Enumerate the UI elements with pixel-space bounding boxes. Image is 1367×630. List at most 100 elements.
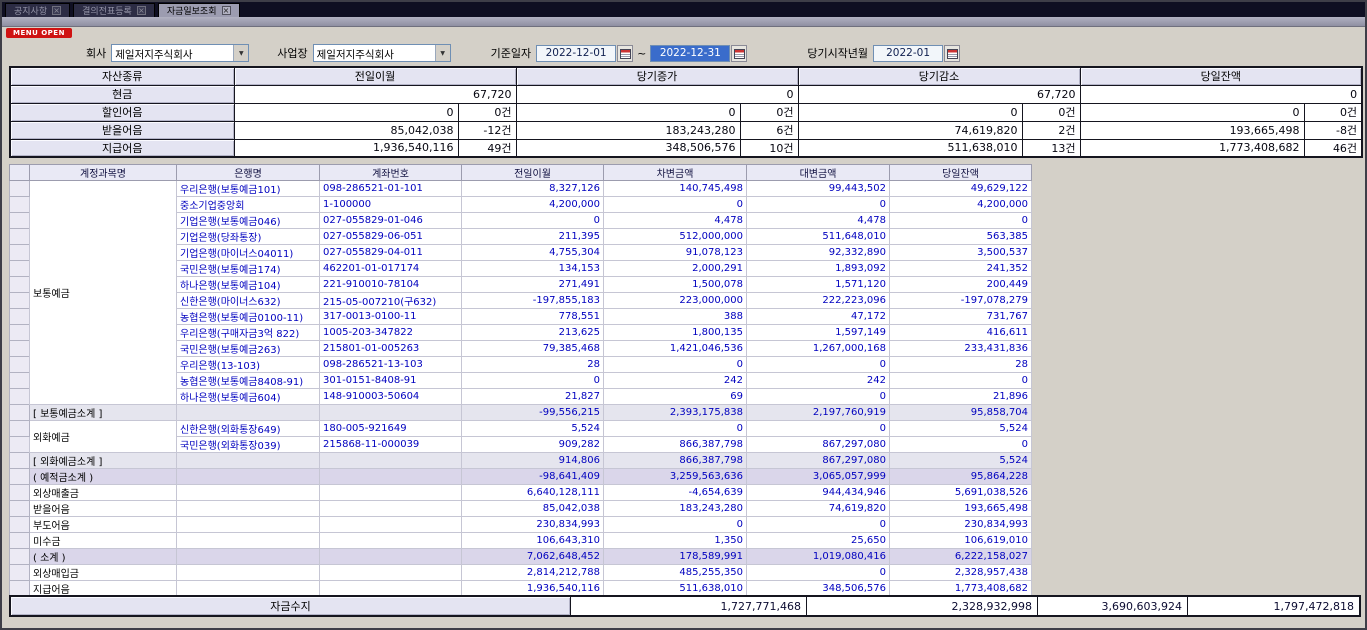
amount-cell[interactable]: 211,395 xyxy=(462,229,604,245)
amount-cell[interactable]: 0 xyxy=(747,357,890,373)
bank-name-cell[interactable] xyxy=(177,469,320,485)
bank-name-cell[interactable]: 하나은행(보통예금604) xyxy=(177,389,320,405)
account-number-cell[interactable]: 180-005-921649 xyxy=(320,421,462,437)
amount-cell[interactable]: 106,643,310 xyxy=(462,533,604,549)
account-number-cell[interactable] xyxy=(320,453,462,469)
amount-cell[interactable]: 778,551 xyxy=(462,309,604,325)
calendar-icon[interactable] xyxy=(944,45,960,62)
amount-cell[interactable]: 1,500,078 xyxy=(604,277,747,293)
row-selector[interactable] xyxy=(10,421,30,437)
account-number-cell[interactable] xyxy=(320,501,462,517)
amount-cell[interactable]: 1,893,092 xyxy=(747,261,890,277)
tab-fund-daily-report[interactable]: 자금일보조회 × xyxy=(158,3,240,17)
amount-cell[interactable]: 241,352 xyxy=(890,261,1032,277)
amount-cell[interactable]: 0 xyxy=(890,373,1032,389)
account-number-cell[interactable] xyxy=(320,533,462,549)
detail-row[interactable]: 외화예금신한은행(외화통장649)180-005-9216495,524005,… xyxy=(10,421,1032,437)
account-number-cell[interactable]: 027-055829-01-046 xyxy=(320,213,462,229)
amount-cell[interactable]: 25,650 xyxy=(747,533,890,549)
row-selector[interactable] xyxy=(10,565,30,581)
bank-name-cell[interactable]: 국민은행(보통예금263) xyxy=(177,341,320,357)
account-number-cell[interactable] xyxy=(320,469,462,485)
amount-cell[interactable]: 0 xyxy=(462,373,604,389)
amount-cell[interactable]: 134,153 xyxy=(462,261,604,277)
row-selector[interactable] xyxy=(10,213,30,229)
bank-name-cell[interactable]: 중소기업중앙회 xyxy=(177,197,320,213)
amount-cell[interactable]: 183,243,280 xyxy=(604,501,747,517)
account-name-cell[interactable]: 외상매입금 xyxy=(30,565,177,581)
amount-cell[interactable]: 222,223,096 xyxy=(747,293,890,309)
account-number-cell[interactable]: 098-286521-13-103 xyxy=(320,357,462,373)
detail-row[interactable]: 부도어음230,834,99300230,834,993 xyxy=(10,517,1032,533)
account-number-cell[interactable]: 317-0013-0100-11 xyxy=(320,309,462,325)
bank-name-cell[interactable]: 국민은행(보통예금174) xyxy=(177,261,320,277)
account-number-cell[interactable]: 1005-203-347822 xyxy=(320,325,462,341)
amount-cell[interactable]: 28 xyxy=(462,357,604,373)
amount-cell[interactable]: 0 xyxy=(747,421,890,437)
account-name-cell[interactable]: 미수금 xyxy=(30,533,177,549)
amount-cell[interactable]: 0 xyxy=(604,517,747,533)
bank-name-cell[interactable]: 하나은행(보통예금104) xyxy=(177,277,320,293)
bank-name-cell[interactable] xyxy=(177,549,320,565)
detail-row[interactable]: 미수금106,643,3101,35025,650106,619,010 xyxy=(10,533,1032,549)
row-selector[interactable] xyxy=(10,293,30,309)
amount-cell[interactable]: 178,589,991 xyxy=(604,549,747,565)
account-name-cell[interactable]: 외상매출금 xyxy=(30,485,177,501)
amount-cell[interactable]: 79,385,468 xyxy=(462,341,604,357)
row-selector[interactable] xyxy=(10,181,30,197)
tab-close-icon[interactable]: × xyxy=(137,6,146,15)
amount-cell[interactable]: 866,387,798 xyxy=(604,437,747,453)
row-selector[interactable] xyxy=(10,373,30,389)
amount-cell[interactable]: 140,745,498 xyxy=(604,181,747,197)
amount-cell[interactable]: 0 xyxy=(747,517,890,533)
amount-cell[interactable]: 233,431,836 xyxy=(890,341,1032,357)
amount-cell[interactable]: 2,197,760,919 xyxy=(747,405,890,421)
amount-cell[interactable]: 0 xyxy=(604,421,747,437)
amount-cell[interactable]: 0 xyxy=(747,565,890,581)
amount-cell[interactable]: 2,393,175,838 xyxy=(604,405,747,421)
bank-name-cell[interactable]: 기업은행(당좌통장) xyxy=(177,229,320,245)
row-selector[interactable] xyxy=(10,197,30,213)
account-number-cell[interactable]: 215801-01-005263 xyxy=(320,341,462,357)
row-selector[interactable] xyxy=(10,533,30,549)
amount-cell[interactable]: 563,385 xyxy=(890,229,1032,245)
amount-cell[interactable]: 0 xyxy=(604,357,747,373)
bank-name-cell[interactable]: 신한은행(외화통장649) xyxy=(177,421,320,437)
tab-close-icon[interactable]: × xyxy=(52,6,61,15)
amount-cell[interactable]: 5,524 xyxy=(462,421,604,437)
amount-cell[interactable]: 91,078,123 xyxy=(604,245,747,261)
amount-cell[interactable]: 4,200,000 xyxy=(462,197,604,213)
account-number-cell[interactable]: 215868-11-000039 xyxy=(320,437,462,453)
bank-name-cell[interactable] xyxy=(177,501,320,517)
amount-cell[interactable]: 99,443,502 xyxy=(747,181,890,197)
amount-cell[interactable]: 5,524 xyxy=(890,421,1032,437)
bank-name-cell[interactable]: 기업은행(보통예금046) xyxy=(177,213,320,229)
account-number-cell[interactable] xyxy=(320,565,462,581)
bank-name-cell[interactable] xyxy=(177,485,320,501)
calendar-icon[interactable] xyxy=(731,45,747,62)
bank-name-cell[interactable]: 신한은행(마이너스632) xyxy=(177,293,320,309)
amount-cell[interactable]: 200,449 xyxy=(890,277,1032,293)
detail-row[interactable]: 외상매입금2,814,212,788485,255,35002,328,957,… xyxy=(10,565,1032,581)
period-start-input[interactable]: 2022-01 xyxy=(873,45,943,62)
row-selector[interactable] xyxy=(10,501,30,517)
amount-cell[interactable]: 8,327,126 xyxy=(462,181,604,197)
amount-cell[interactable]: 2,328,957,438 xyxy=(890,565,1032,581)
amount-cell[interactable]: 4,200,000 xyxy=(890,197,1032,213)
base-date-from-input[interactable]: 2022-12-01 xyxy=(536,45,616,62)
account-name-cell[interactable]: [ 보통예금소계 ] xyxy=(30,405,177,421)
account-name-cell[interactable]: ( 소계 ) xyxy=(30,549,177,565)
amount-cell[interactable]: 867,297,080 xyxy=(747,437,890,453)
amount-cell[interactable]: 223,000,000 xyxy=(604,293,747,309)
amount-cell[interactable]: 21,827 xyxy=(462,389,604,405)
row-selector[interactable] xyxy=(10,469,30,485)
bank-name-cell[interactable]: 우리은행(구매자금3억 822) xyxy=(177,325,320,341)
detail-row[interactable]: [ 보통예금소계 ]-99,556,2152,393,175,8382,197,… xyxy=(10,405,1032,421)
account-number-cell[interactable]: 221-910010-78104 xyxy=(320,277,462,293)
amount-cell[interactable]: 944,434,946 xyxy=(747,485,890,501)
amount-cell[interactable]: 867,297,080 xyxy=(747,453,890,469)
row-selector[interactable] xyxy=(10,277,30,293)
detail-row[interactable]: 보통예금우리은행(보통예금101)098-286521-01-1018,327,… xyxy=(10,181,1032,197)
amount-cell[interactable]: 0 xyxy=(890,437,1032,453)
detail-row[interactable]: ( 소계 )7,062,648,452178,589,9911,019,080,… xyxy=(10,549,1032,565)
